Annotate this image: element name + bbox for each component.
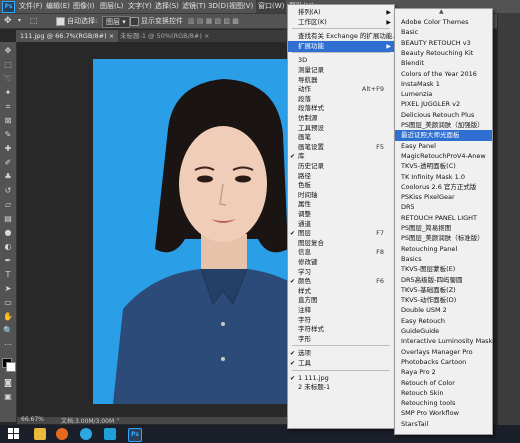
move-tool-icon[interactable]: ✥ [4,16,12,26]
align-icons[interactable]: ▥ ▤ ▦ ▧ ▨ ▩ [188,16,239,26]
tab-label: 未标题-1 @ 50%(RGB/8#) [120,32,202,40]
chevron-right-icon[interactable]: › [117,416,119,423]
menu-window[interactable]: 窗口(W) [256,0,287,13]
layer-select-dropdown[interactable]: 图层 ▾ [102,16,130,28]
zoom-level[interactable]: 66.67% [21,416,44,423]
tab-untitled-1[interactable]: 未标题-1 @ 50%(RGB/8#) × [116,30,213,42]
menu-separator [292,52,390,54]
scroll-up-arrow-icon[interactable]: ▲ [439,8,444,15]
tab-111-jpg[interactable]: 111.jpg @ 66.7%(RGB/8#) × [16,30,119,42]
eyedropper-icon[interactable]: ✎ [3,130,13,140]
browser-icon[interactable] [80,428,92,440]
windows-start-icon[interactable] [8,428,20,440]
tab-label: 111.jpg @ 66.7%(RGB/8#) [20,32,107,40]
blur-tool-icon[interactable]: ● [3,228,13,238]
checkbox-icon[interactable] [56,16,65,26]
photoshop-taskbar-icon[interactable]: Ps [128,428,142,442]
menu-item-label: 工作区(K) [298,17,327,26]
menu-select[interactable]: 选择(S) [155,0,179,13]
hand-tool-icon[interactable]: ✋ [3,312,13,322]
quick-mask-icon[interactable]: ◙ [3,378,13,388]
menu-view[interactable]: 视图(V) [229,0,253,13]
close-icon[interactable]: × [109,32,114,40]
menu-3d[interactable]: 3D(D) [208,0,229,13]
extensions-submenu: ▲ Adobe Color Themes Basic BEAUTY RETOUCH … [394,8,496,435]
frame-tool-icon[interactable]: ⊠ [3,116,13,126]
menu-image[interactable]: 图像(I) [73,0,95,13]
marquee-tool-icon[interactable]: ⬚ [3,60,13,70]
checkmark-icon: ✔ [290,360,296,367]
window-menu-item[interactable]: 2 未标题-1 [288,382,394,393]
screen-mode-icon[interactable]: ▣ [3,392,13,402]
submenu-arrow-icon: ▶ [386,18,391,26]
zoom-tool-icon[interactable]: 🔍 [3,326,13,336]
lasso-tool-icon[interactable]: ➰ [3,74,13,84]
type-tool-icon[interactable]: T [3,270,13,280]
layer-select-value: 图层 [106,18,120,26]
healing-brush-icon[interactable]: ✚ [3,144,13,154]
document-size: 文档:3.00M/3.00M [61,418,115,425]
menu-filter[interactable]: 滤镜(T) [182,0,206,13]
menu-separator [292,28,390,30]
crop-tool-icon[interactable]: ⌗ [3,102,13,112]
tools-panel: ✥ ⬚ ➰ ✦ ⌗ ⊠ ✎ ✚ ✐ ♣ ↺ ▱ ▤ ● ◐ ✒ T ➤ ▭ ✋ … [0,42,17,422]
photoshop-logo-icon: Ps [2,1,15,13]
menu-item-label: 字形 [298,334,311,343]
menu-item-label: 2 未标题-1 [298,383,331,392]
autoselect-label: 自动选择: [67,17,98,25]
window-menu-dropdown: 排列(A) ▶ 工作区(K) ▶ 查找有关 Exchange 的扩展功能... 扩展功能 ▶… [287,4,399,429]
gradient-tool-icon[interactable]: ▤ [3,214,13,224]
file-explorer-icon[interactable] [34,428,46,440]
menu-item-label: 扩展功能 [298,41,324,50]
path-select-icon[interactable]: ➤ [3,284,13,294]
firefox-icon[interactable] [56,428,68,440]
close-icon[interactable]: × [204,32,209,40]
shape-tool-icon[interactable]: ▭ [3,298,13,308]
background-color-swatch[interactable] [6,362,16,372]
pen-tool-icon[interactable]: ✒ [3,256,13,266]
windows-logo-icon [8,428,19,439]
show-transform-label: 显示变换控件 [141,17,183,25]
move-tool-icon[interactable]: ✥ [3,46,13,56]
window-menu-item[interactable]: 工作区(K) ▶ [288,17,394,28]
show-transform-checkbox[interactable]: 显示变换控件 [130,16,183,26]
history-brush-icon[interactable]: ↺ [3,186,13,196]
extension-item-label: StarsTail [401,419,429,428]
window-menu-item[interactable]: ✔ 工具 [288,358,394,369]
right-panel-strip [497,13,520,425]
menu-layer[interactable]: 图层(L) [100,0,123,13]
menu-edit[interactable]: 编辑(E) [46,0,70,13]
magic-wand-icon[interactable]: ✦ [3,88,13,98]
menu-separator [292,345,390,347]
eraser-icon[interactable]: ▱ [3,200,13,210]
submenu-arrow-icon: ▶ [386,42,391,50]
app-icon[interactable] [104,428,116,440]
autoselect-checkbox[interactable]: 自动选择: [56,16,97,26]
chevron-down-icon[interactable]: ▾ [18,16,21,26]
extension-menu-item[interactable]: StarsTail [395,419,492,430]
menu-item-label: 工具 [298,359,311,367]
dodge-tool-icon[interactable]: ◐ [3,242,13,252]
brush-tool-icon[interactable]: ✐ [3,158,13,168]
more-tools-icon[interactable]: ⋯ [3,340,13,350]
checkbox-icon[interactable] [130,16,139,26]
tool-preset-icon[interactable]: ⬚ [30,16,38,26]
menu-file[interactable]: 文件(F) [19,0,43,13]
clone-stamp-icon[interactable]: ♣ [3,172,13,182]
menu-type[interactable]: 文字(Y) [128,0,152,13]
menu-separator [292,369,390,371]
window-menu-item[interactable]: 扩展功能 ▶ [288,40,394,52]
window-menu-item[interactable]: 字形 [288,334,394,345]
